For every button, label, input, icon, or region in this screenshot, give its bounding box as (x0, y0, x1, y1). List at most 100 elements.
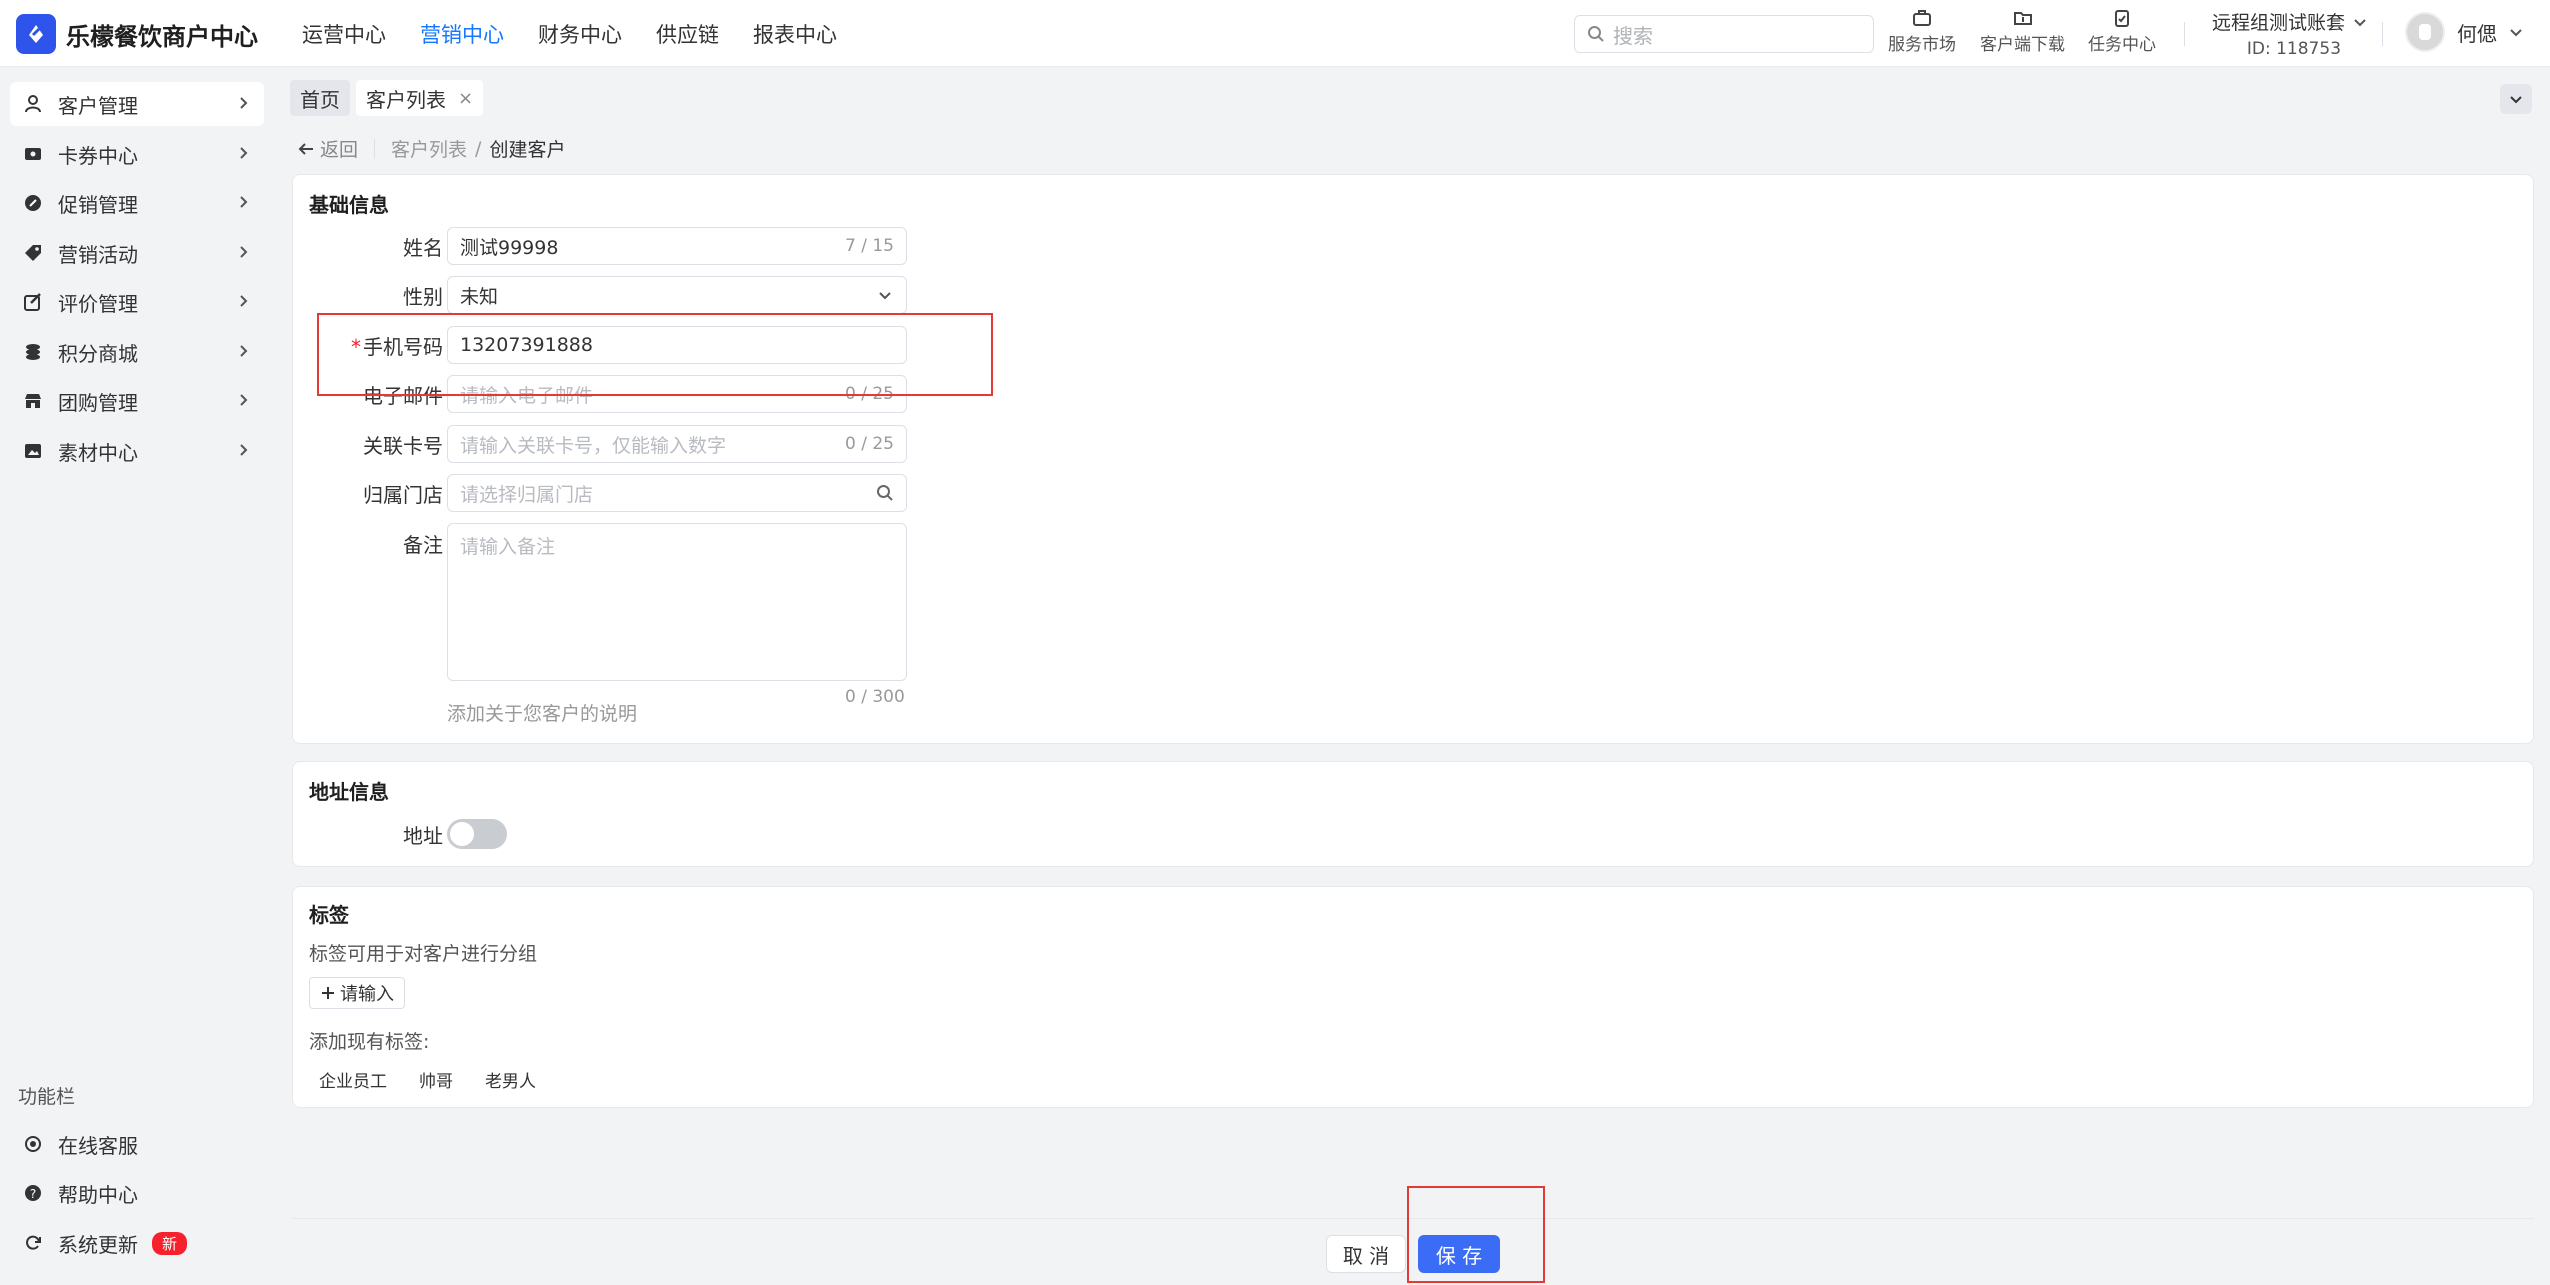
system-update-link[interactable]: 系统更新 新 (10, 1221, 264, 1265)
cancel-button[interactable]: 取 消 (1326, 1235, 1406, 1273)
nav-finance[interactable]: 财务中心 (538, 19, 622, 49)
search-icon (877, 485, 893, 501)
promo-icon (22, 192, 44, 214)
avatar (2405, 12, 2445, 52)
headset-icon (22, 1133, 44, 1155)
tab-home[interactable]: 首页 (290, 80, 350, 116)
sidebar-item-label: 积分商城 (58, 341, 138, 366)
sidebar-item-customer[interactable]: 客户管理 (10, 82, 264, 126)
store-select[interactable]: 请选择归属门店 (447, 474, 907, 512)
card-number-label: 关联卡号 (363, 434, 443, 458)
sidebar-item-reviews[interactable]: 评价管理 (10, 280, 264, 324)
nav-supply-chain[interactable]: 供应链 (656, 19, 719, 49)
back-button[interactable]: 返回 (296, 135, 358, 162)
sidebar-item-label: 评价管理 (58, 291, 138, 316)
service-market-button[interactable]: 服务市场 (1888, 8, 1956, 55)
user-avatar-icon (2419, 24, 2431, 40)
online-service-label: 在线客服 (58, 1133, 138, 1158)
back-label: 返回 (320, 139, 359, 161)
user-name: 何偲 (2457, 21, 2497, 46)
breadcrumb-separator: / (475, 137, 482, 160)
address-title: 地址信息 (309, 780, 389, 804)
account-switcher[interactable]: 远程组测试账套 ID: 118753 (2212, 8, 2369, 59)
chevron-right-icon (240, 196, 248, 208)
breadcrumb: 返回 客户列表 / 创建客户 (296, 135, 565, 162)
service-market-label: 服务市场 (1888, 35, 1956, 55)
nav-marketing[interactable]: 营销中心 (420, 19, 504, 49)
tag-chip[interactable]: 帅哥 (409, 1063, 463, 1096)
tab-customer-list-label: 客户列表 (366, 87, 446, 112)
sidebar-item-group-buying[interactable]: 团购管理 (10, 379, 264, 423)
plus-icon (322, 987, 334, 999)
search-input[interactable]: 搜索 (1574, 15, 1874, 53)
name-count: 7 / 15 (845, 236, 894, 256)
address-label: 地址 (403, 824, 443, 848)
sidebar-item-coupons[interactable]: 卡券中心 (10, 132, 264, 176)
existing-tags-label: 添加现有标签: (309, 1031, 430, 1053)
sidebar-item-points-mall[interactable]: 积分商城 (10, 330, 264, 374)
chevron-right-icon (240, 147, 248, 159)
clipboard-check-icon (2115, 10, 2129, 27)
account-name: 远程组测试账套 (2212, 12, 2346, 34)
gender-value: 未知 (460, 285, 499, 308)
sidebar-item-campaigns[interactable]: 营销活动 (10, 231, 264, 275)
tags-description: 标签可用于对客户进行分组 (309, 943, 538, 965)
address-toggle[interactable] (447, 819, 507, 849)
card-number-field[interactable]: 请输入关联卡号，仅能输入数字 0 / 25 (447, 425, 907, 463)
top-nav: 运营中心 营销中心 财务中心 供应链 报表中心 (302, 0, 871, 67)
highlight-box-phone (317, 313, 993, 396)
chevron-down-icon (2510, 29, 2522, 37)
breadcrumb-customer-list[interactable]: 客户列表 (391, 135, 467, 162)
card-number-count: 0 / 25 (845, 434, 894, 454)
person-icon (22, 93, 44, 115)
task-center-label: 任务中心 (2088, 35, 2156, 55)
chevron-down-icon (879, 292, 891, 300)
address-card: 地址信息 地址 (292, 761, 2534, 867)
coins-icon (22, 341, 44, 363)
gender-select[interactable]: 未知 (447, 276, 907, 314)
tags-card: 标签 标签可用于对客户进行分组 请输入 添加现有标签: 企业员工 帅哥 老男人 (292, 886, 2534, 1108)
sidebar-item-label: 卡券中心 (58, 143, 138, 168)
remark-textarea[interactable]: 请输入备注 (447, 523, 907, 681)
online-service-link[interactable]: 在线客服 (10, 1122, 264, 1166)
nav-operations[interactable]: 运营中心 (302, 19, 386, 49)
task-center-button[interactable]: 任务中心 (2088, 8, 2156, 55)
brand-logo[interactable]: 乐檬餐饮商户中心 (16, 14, 258, 54)
tab-customer-list[interactable]: 客户列表 × (356, 80, 484, 116)
highlight-box-save (1407, 1186, 1545, 1283)
search-icon (1588, 26, 1604, 42)
close-icon[interactable]: × (458, 88, 473, 109)
user-menu[interactable]: 何偲 (2405, 12, 2525, 52)
sidebar-item-label: 团购管理 (58, 390, 138, 415)
svg-text:?: ? (30, 1187, 36, 1201)
tabs-dropdown-button[interactable] (2500, 84, 2532, 114)
client-download-button[interactable]: 客户端下载 (1980, 8, 2065, 55)
nav-reports[interactable]: 报表中心 (753, 19, 837, 49)
chevron-right-icon (240, 295, 248, 307)
client-download-label: 客户端下载 (1980, 35, 2065, 55)
briefcase-icon (1913, 10, 1931, 26)
tag-chip[interactable]: 老男人 (475, 1063, 546, 1096)
sidebar-item-label: 客户管理 (58, 93, 138, 118)
system-update-label: 系统更新 (58, 1232, 138, 1257)
name-field[interactable]: 测试99998 7 / 15 (447, 227, 907, 265)
help-center-link[interactable]: ? 帮助中心 (10, 1171, 264, 1215)
tag-icon (22, 242, 44, 264)
basic-info-card: 基础信息 姓名 测试99998 7 / 15 性别 未知 * 手机号码 13207… (292, 174, 2534, 744)
help-icon: ? (22, 1182, 44, 1204)
sidebar-item-assets[interactable]: 素材中心 (10, 429, 264, 473)
tag-chip[interactable]: 企业员工 (309, 1063, 397, 1096)
card-number-placeholder: 请输入关联卡号，仅能输入数字 (460, 434, 727, 457)
tags-title: 标签 (309, 903, 349, 927)
remark-count: 0 / 300 (845, 687, 905, 707)
remark-label: 备注 (403, 533, 443, 557)
add-tag-button[interactable]: 请输入 (309, 977, 405, 1009)
sidebar-item-label: 营销活动 (58, 242, 138, 267)
sidebar: 客户管理 卡券中心 促销管理 营销活动 评价管理 积分商城 团购管理 素材中心 … (0, 68, 275, 1285)
existing-tags-list: 企业员工 帅哥 老男人 (309, 1063, 558, 1096)
header-divider (2184, 22, 2185, 46)
brand-logo-icon (16, 14, 56, 54)
arrow-left-icon (298, 142, 313, 155)
sidebar-item-promotion[interactable]: 促销管理 (10, 181, 264, 225)
chevron-right-icon (240, 246, 248, 258)
